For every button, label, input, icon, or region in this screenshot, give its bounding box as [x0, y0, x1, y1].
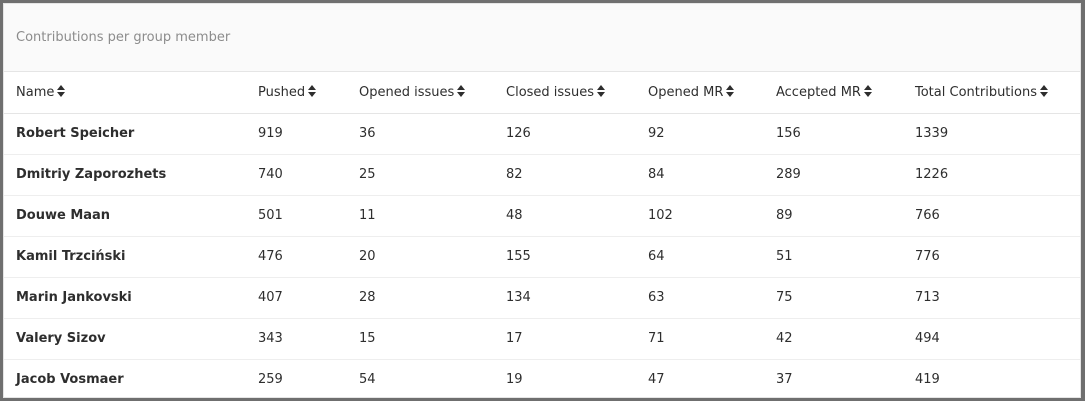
- closed-issues-count: 134: [494, 277, 636, 319]
- table-row: Douwe Maan 501 11 48 102 89 766: [4, 195, 1080, 237]
- accepted-mr-count: 51: [764, 236, 903, 278]
- accepted-mr-count: 37: [776, 372, 793, 388]
- member-name: Marin Jankovski: [4, 277, 246, 319]
- total-contributions-count: 713: [903, 277, 1080, 319]
- member-name: Robert Speicher: [4, 113, 246, 155]
- sort-icon: [1039, 85, 1048, 98]
- column-header-label: Opened MR: [648, 84, 724, 100]
- column-header-label: Name: [16, 84, 55, 100]
- column-header-label: Total Contributions: [915, 84, 1037, 100]
- column-header-label: Accepted MR: [776, 84, 861, 100]
- pushed-count: 501: [246, 195, 347, 237]
- opened-mr-count: 84: [636, 154, 764, 196]
- total-contributions-count: 776: [903, 236, 1080, 278]
- column-header-opened-issues[interactable]: Opened issues: [347, 72, 494, 114]
- total-contributions-count: 1339: [903, 113, 1080, 155]
- table-row: Marin Jankovski 407 28 134 63 75 713: [4, 277, 1080, 319]
- total-contributions-count: 766: [903, 195, 1080, 237]
- opened-issues-count: 20: [347, 236, 494, 278]
- opened-issues-count: 36: [347, 113, 494, 155]
- pushed-count: 740: [246, 154, 347, 196]
- panel-title: Contributions per group member: [16, 30, 231, 45]
- sort-icon: [308, 85, 317, 98]
- opened-issues-count: 15: [347, 318, 494, 360]
- accepted-mr-count: 42: [764, 318, 903, 360]
- total-contributions-count: 494: [903, 318, 1080, 360]
- column-header-closed-issues[interactable]: Closed issues: [494, 72, 636, 114]
- column-header-pushed[interactable]: Pushed: [246, 72, 347, 114]
- total-contributions-count: 1226: [903, 154, 1080, 196]
- header-row: Name Pushed Opened issues Closed issues …: [4, 72, 1080, 114]
- sort-icon: [457, 85, 466, 98]
- table-row: Valery Sizov 343 15 17 71 42 494: [4, 318, 1080, 360]
- accepted-mr-count: 289: [764, 154, 903, 196]
- opened-mr-count: 47: [648, 372, 665, 388]
- sort-icon: [57, 85, 66, 98]
- column-header-label: Pushed: [258, 84, 306, 100]
- sort-icon: [596, 85, 605, 98]
- closed-issues-count: 126: [494, 113, 636, 155]
- pushed-count: 343: [246, 318, 347, 360]
- pushed-count: 476: [246, 236, 347, 278]
- column-header-name[interactable]: Name: [4, 72, 246, 114]
- closed-issues-count: 48: [494, 195, 636, 237]
- opened-issues-count: 28: [347, 277, 494, 319]
- accepted-mr-count: 89: [764, 195, 903, 237]
- opened-mr-count: 71: [636, 318, 764, 360]
- table-row: Kamil Trzciński 476 20 155 64 51 776: [4, 236, 1080, 278]
- closed-issues-count: 19: [506, 372, 523, 388]
- member-name: Dmitriy Zaporozhets: [4, 154, 246, 196]
- sort-icon: [726, 85, 735, 98]
- member-name: Douwe Maan: [4, 195, 246, 237]
- opened-mr-count: 92: [636, 113, 764, 155]
- column-header-opened-mr[interactable]: Opened MR: [636, 72, 764, 114]
- column-header-accepted-mr[interactable]: Accepted MR: [764, 72, 903, 114]
- table-header: Name Pushed Opened issues Closed issues …: [4, 72, 1080, 114]
- accepted-mr-count: 156: [764, 113, 903, 155]
- panel-header: Contributions per group member: [4, 4, 1080, 72]
- opened-issues-count: 11: [347, 195, 494, 237]
- pushed-count: 259: [258, 372, 283, 388]
- table-body: Robert Speicher 919 36 126 92 156 1339 D…: [4, 113, 1080, 397]
- accepted-mr-count: 75: [764, 277, 903, 319]
- closed-issues-count: 17: [494, 318, 636, 360]
- column-header-total-contributions[interactable]: Total Contributions: [903, 72, 1080, 114]
- table-row: Dmitriy Zaporozhets 740 25 82 84 289 122…: [4, 154, 1080, 196]
- contributions-panel: Contributions per group member Name Push…: [3, 3, 1081, 398]
- opened-mr-count: 63: [636, 277, 764, 319]
- closed-issues-count: 82: [494, 154, 636, 196]
- member-name: Valery Sizov: [4, 318, 246, 360]
- opened-issues-count: 54: [359, 372, 376, 388]
- opened-mr-count: 102: [636, 195, 764, 237]
- table-row: Jacob Vosmaer 259 54 19 47 37 419: [4, 359, 1080, 397]
- table-row: Robert Speicher 919 36 126 92 156 1339: [4, 113, 1080, 155]
- member-name: Kamil Trzciński: [4, 236, 246, 278]
- column-header-label: Closed issues: [506, 84, 594, 100]
- sort-icon: [863, 85, 872, 98]
- total-contributions-count: 419: [915, 372, 940, 388]
- contributions-table: Name Pushed Opened issues Closed issues …: [4, 72, 1080, 397]
- opened-mr-count: 64: [636, 236, 764, 278]
- opened-issues-count: 25: [347, 154, 494, 196]
- closed-issues-count: 155: [494, 236, 636, 278]
- column-header-label: Opened issues: [359, 84, 455, 100]
- pushed-count: 407: [246, 277, 347, 319]
- pushed-count: 919: [246, 113, 347, 155]
- member-name: Jacob Vosmaer: [16, 372, 124, 388]
